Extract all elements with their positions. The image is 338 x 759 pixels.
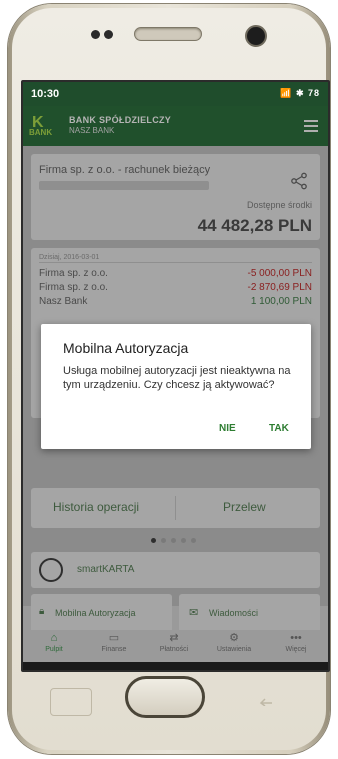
recent-apps-sensor: [50, 688, 92, 716]
transaction-amount: -5 000,00 PLN: [247, 268, 313, 279]
wallet-icon: ▭: [108, 632, 120, 644]
smartkarta-button[interactable]: smartKARTA: [31, 552, 320, 588]
actions-card: Historia operacji Przelew: [31, 488, 320, 528]
smartkarta-label: smartKARTA: [77, 564, 135, 575]
nav-label: Więcej: [285, 646, 307, 653]
account-card[interactable]: Firma sp. z o.o. - rachunek bieżący Dost…: [31, 154, 320, 240]
account-number-blurred: [39, 181, 209, 190]
nav-wiecej[interactable]: ••• Więcej: [267, 632, 325, 653]
home-icon: ⌂: [50, 632, 58, 644]
no-button[interactable]: NIE: [219, 423, 236, 434]
home-button[interactable]: [125, 676, 205, 718]
nav-label: Pulpit: [45, 646, 63, 653]
qr-code-icon: [39, 558, 63, 582]
app-header: K BANK BANK SPÓŁDZIELCZY NASZ BANK: [23, 106, 328, 146]
home-circle-icon[interactable]: [172, 671, 182, 672]
divider: [39, 262, 312, 263]
mobile-auth-label: Mobilna Autoryzacja: [55, 608, 136, 618]
bank-subtitle: NASZ BANK: [69, 126, 115, 135]
transaction-name: Nasz Bank: [39, 296, 88, 307]
lock-icon: 🔒︎: [39, 606, 45, 617]
bottom-navigation: ⌂ Pulpit ▭ Finanse ⇄ Płatności ⚙ Ustawie…: [23, 630, 328, 662]
system-navigation-bar: [23, 662, 328, 672]
gear-icon: ⚙: [229, 632, 239, 644]
nav-platnosci[interactable]: ⇄ Płatności: [145, 632, 203, 653]
status-icons: 📶 ✱ 78: [280, 88, 320, 98]
nav-label: Ustawienia: [216, 646, 252, 653]
transaction-name: Firma sp. z o.o.: [39, 282, 108, 293]
nav-ustawienia[interactable]: ⚙ Ustawienia: [205, 632, 263, 653]
dialog-title: Mobilna Autoryzacja: [63, 340, 189, 356]
earpiece-speaker: [134, 27, 202, 41]
front-camera: [245, 25, 267, 47]
back-triangle-icon[interactable]: [233, 671, 241, 672]
mobile-auth-button[interactable]: 🔒︎ Mobilna Autoryzacja: [31, 594, 172, 634]
transaction-amount: 1 100,00 PLN: [250, 296, 312, 307]
logo-text: BANK: [29, 128, 53, 137]
account-balance: 44 482,28 PLN: [197, 216, 312, 235]
hamburger-menu-icon[interactable]: [304, 120, 318, 132]
transaction-row[interactable]: Nasz Bank 1 100,00 PLN: [39, 296, 312, 308]
bank-title: BANK SPÓŁDZIELCZY: [69, 115, 172, 125]
activation-dialog: Mobilna Autoryzacja Usługa mobilnej auto…: [41, 324, 311, 449]
history-button[interactable]: Historia operacji: [53, 500, 139, 514]
nav-label: Płatności: [159, 646, 189, 653]
share-icon[interactable]: [290, 172, 308, 190]
bank-logo: K BANK: [29, 115, 53, 138]
nav-label: Finanse: [101, 646, 127, 653]
dialog-message: Usługa mobilnej autoryzacji jest nieakty…: [63, 365, 291, 391]
available-funds-label: Dostępne środki: [246, 200, 312, 210]
sensor-dots: [91, 30, 115, 40]
nav-pulpit[interactable]: ⌂ Pulpit: [25, 632, 83, 653]
transaction-row[interactable]: Firma sp. z o.o. -5 000,00 PLN: [39, 268, 312, 280]
back-arrow-icon: [259, 698, 272, 706]
account-name: Firma sp. z o.o. - rachunek bieżący: [39, 164, 211, 176]
divider: [175, 496, 176, 520]
transfer-icon: ⇄: [169, 632, 179, 644]
messages-button[interactable]: ✉ Wiadomości: [179, 594, 320, 634]
transaction-name: Firma sp. z o.o.: [39, 268, 108, 279]
status-time: 10:30: [31, 88, 60, 100]
phone-screen: 10:30 📶 ✱ 78 K BANK BANK SPÓŁDZIELCZY NA…: [21, 80, 330, 672]
transfer-button[interactable]: Przelew: [223, 500, 266, 514]
pager-dots: [151, 538, 211, 544]
transaction-row[interactable]: Firma sp. z o.o. -2 870,69 PLN: [39, 282, 312, 294]
transactions-date: Dzisiaj, 2016-03-01: [39, 254, 100, 261]
messages-label: Wiadomości: [209, 608, 259, 618]
more-icon: •••: [290, 632, 302, 644]
nav-finanse[interactable]: ▭ Finanse: [85, 632, 143, 653]
yes-button[interactable]: TAK: [269, 423, 289, 434]
envelope-icon: ✉: [189, 607, 199, 619]
transaction-amount: -2 870,69 PLN: [247, 282, 313, 293]
status-bar: 10:30 📶 ✱ 78: [23, 82, 328, 106]
